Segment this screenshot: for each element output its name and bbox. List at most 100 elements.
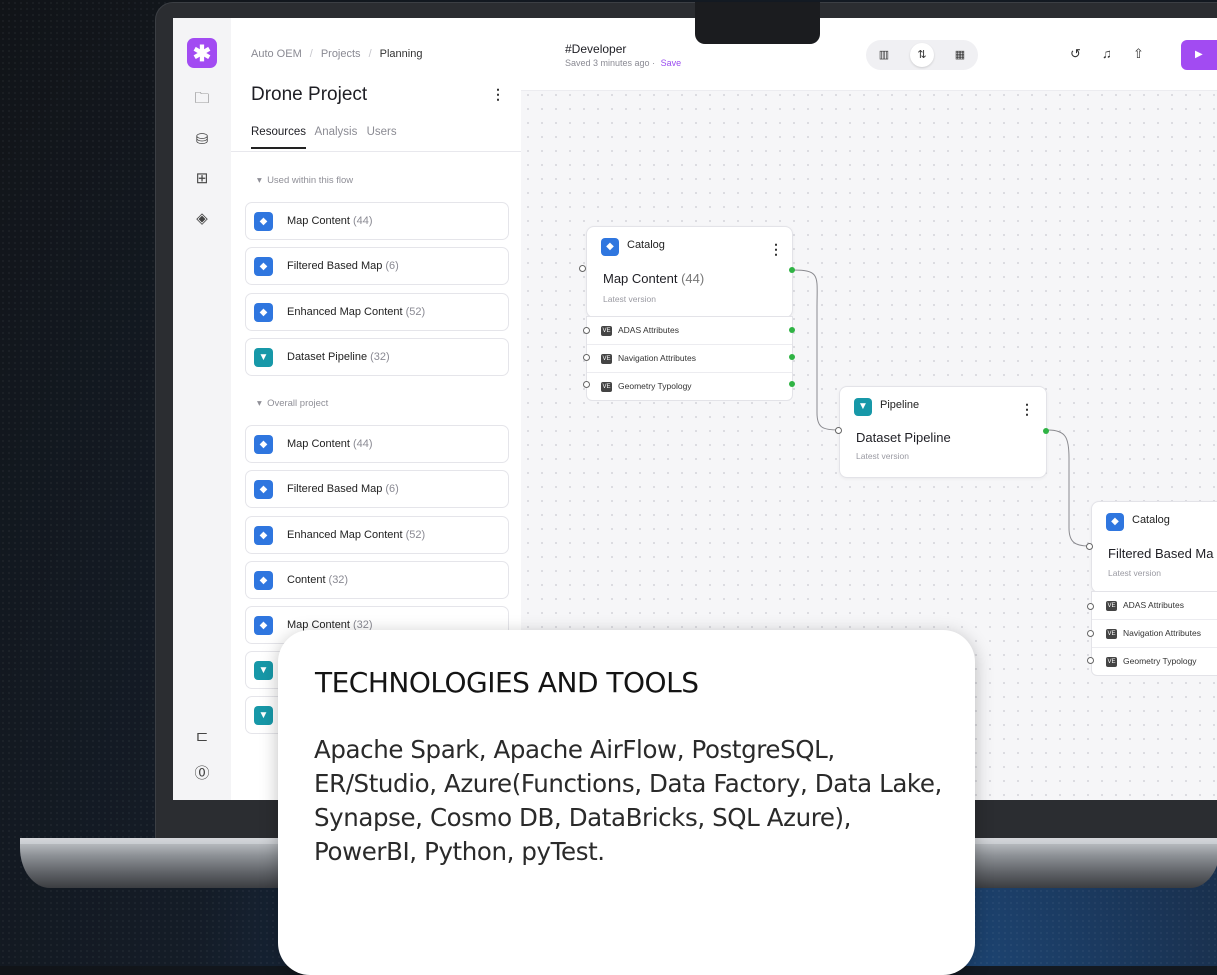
pipeline-icon: ▼: [254, 661, 273, 680]
catalog-icon: ◆: [601, 238, 619, 256]
resource-label: Enhanced Map Content: [287, 306, 403, 318]
node-menu-icon[interactable]: ⋮: [769, 241, 783, 258]
resource-item[interactable]: ◆ Map Content (44): [245, 202, 509, 240]
catalog-node[interactable]: ◆ Catalog ⋮ Map Content (44) Latest versi…: [586, 226, 793, 318]
output-port[interactable]: [789, 327, 795, 333]
resource-label: Map Content: [287, 215, 350, 227]
project-title: Drone Project: [251, 84, 368, 105]
attribute-row[interactable]: VE Geometry Typology: [1092, 648, 1217, 675]
catalog-node[interactable]: ◆ Catalog Filtered Based Ma Latest versio…: [1091, 501, 1217, 593]
layers-icon[interactable]: ◈: [191, 208, 213, 230]
card-heading: TECHNOLOGIES AND TOOLS: [315, 666, 699, 699]
database-icon[interactable]: ⛁: [191, 129, 213, 151]
resource-count: (32): [370, 351, 390, 363]
resource-label: Content: [287, 574, 326, 586]
catalog-icon: ◆: [254, 571, 273, 590]
node-subtitle: Latest version: [1108, 568, 1161, 578]
tab-analysis[interactable]: Analysis: [315, 126, 358, 138]
output-port[interactable]: [789, 267, 795, 273]
breadcrumb-item[interactable]: Projects: [321, 48, 361, 60]
section-label: Used within this flow: [267, 175, 354, 186]
section-toggle[interactable]: ▾ Overall project: [257, 398, 328, 409]
node-type: Catalog: [1132, 514, 1170, 526]
section-toggle[interactable]: ▾ Used within this flow: [257, 175, 353, 186]
attribute-row[interactable]: VE ADAS Attributes: [1092, 592, 1217, 620]
input-port[interactable]: [1087, 603, 1094, 610]
resource-item[interactable]: ◆ Filtered Based Map (6): [245, 247, 509, 285]
tab-resources[interactable]: Resources: [251, 126, 306, 149]
attribute-type-icon: VE: [601, 381, 612, 392]
attribute-label: Navigation Attributes: [1123, 628, 1201, 638]
input-port[interactable]: [579, 265, 586, 272]
catalog-icon: ◆: [1106, 513, 1124, 531]
resource-label: Filtered Based Map: [287, 483, 383, 495]
resource-count: (44): [352, 438, 373, 450]
node-menu-icon[interactable]: ⋮: [1020, 401, 1034, 418]
resource-item[interactable]: ◆ Content (32): [245, 561, 509, 599]
attribute-type-icon: VE: [1106, 600, 1117, 611]
sidebar-tabs: Resources Analysis Users: [251, 126, 403, 149]
tab-divider: [231, 151, 521, 152]
catalog-icon: ◆: [254, 257, 273, 276]
catalog-icon: ◆: [254, 212, 273, 231]
input-port[interactable]: [835, 427, 842, 434]
attribute-label: Geometry Typology: [618, 381, 692, 391]
node-subtitle: Latest version: [603, 294, 656, 304]
resource-item[interactable]: ▼ Dataset Pipeline (32): [245, 338, 509, 376]
resource-item[interactable]: ◆ Enhanced Map Content (52): [245, 293, 509, 331]
attribute-type-icon: VE: [1106, 656, 1117, 667]
resource-count: (52): [405, 306, 426, 318]
grid-icon[interactable]: ⊞: [191, 168, 213, 190]
attribute-row[interactable]: VE ADAS Attributes: [587, 317, 792, 345]
card-body: Apache Spark, Apache AirFlow, PostgreSQL…: [314, 735, 942, 866]
resource-item[interactable]: ◆ Enhanced Map Content (52): [245, 516, 509, 554]
help-icon[interactable]: ⓪: [191, 763, 213, 785]
app-logo-icon[interactable]: ✱: [187, 38, 217, 68]
laptop-notch: [695, 2, 820, 44]
resource-count: (52): [405, 529, 426, 541]
input-port[interactable]: [1087, 630, 1094, 637]
output-port[interactable]: [789, 354, 795, 360]
attribute-list: VE ADAS Attributes VE Navigation Attribute…: [1091, 591, 1217, 676]
catalog-icon: ◆: [254, 435, 273, 454]
attribute-row[interactable]: VE Navigation Attributes: [587, 345, 792, 373]
resource-item[interactable]: ◆ Filtered Based Map (6): [245, 470, 509, 508]
output-port[interactable]: [789, 381, 795, 387]
folder-icon[interactable]: 🗀: [191, 88, 213, 110]
output-port[interactable]: [1043, 428, 1049, 434]
tab-users[interactable]: Users: [367, 126, 397, 138]
project-menu-icon[interactable]: ⋮: [491, 86, 505, 103]
attribute-label: ADAS Attributes: [618, 325, 679, 335]
pipeline-icon: ▼: [254, 706, 273, 725]
catalog-icon: ◆: [254, 616, 273, 635]
node-subtitle: Latest version: [856, 451, 909, 461]
technologies-card: TECHNOLOGIES AND TOOLS Apache Spark, Apa…: [278, 630, 975, 975]
input-port[interactable]: [583, 354, 590, 361]
node-title: Filtered Based Ma: [1108, 546, 1214, 561]
catalog-icon: ◆: [254, 303, 273, 322]
pipeline-icon: ▼: [854, 398, 872, 416]
pipeline-node[interactable]: ▼ Pipeline ⋮ Dataset Pipeline Latest vers…: [839, 386, 1047, 478]
catalog-icon: ◆: [254, 480, 273, 499]
input-port[interactable]: [1087, 657, 1094, 664]
resource-label: Enhanced Map Content: [287, 529, 403, 541]
feedback-icon[interactable]: ⊏: [191, 726, 213, 748]
breadcrumb: Auto OEM / Projects / Planning: [251, 48, 423, 60]
attribute-row[interactable]: VE Navigation Attributes: [1092, 620, 1217, 648]
resource-item[interactable]: ◆ Map Content (44): [245, 425, 509, 463]
attribute-label: Navigation Attributes: [618, 353, 696, 363]
resource-count: (32): [328, 574, 349, 586]
node-count: (44): [681, 271, 705, 286]
attribute-row[interactable]: VE Geometry Typology: [587, 373, 792, 400]
breadcrumb-item[interactable]: Auto OEM: [251, 48, 302, 60]
input-port[interactable]: [1086, 543, 1093, 550]
resource-count: (6): [385, 483, 399, 495]
input-port[interactable]: [583, 381, 590, 388]
resource-label: Map Content: [287, 438, 350, 450]
input-port[interactable]: [583, 327, 590, 334]
attribute-label: ADAS Attributes: [1123, 600, 1184, 610]
node-type: Pipeline: [880, 399, 920, 411]
breadcrumb-item-current[interactable]: Planning: [380, 48, 423, 60]
attribute-label: Geometry Typology: [1123, 656, 1197, 666]
resource-count: (6): [385, 260, 399, 272]
